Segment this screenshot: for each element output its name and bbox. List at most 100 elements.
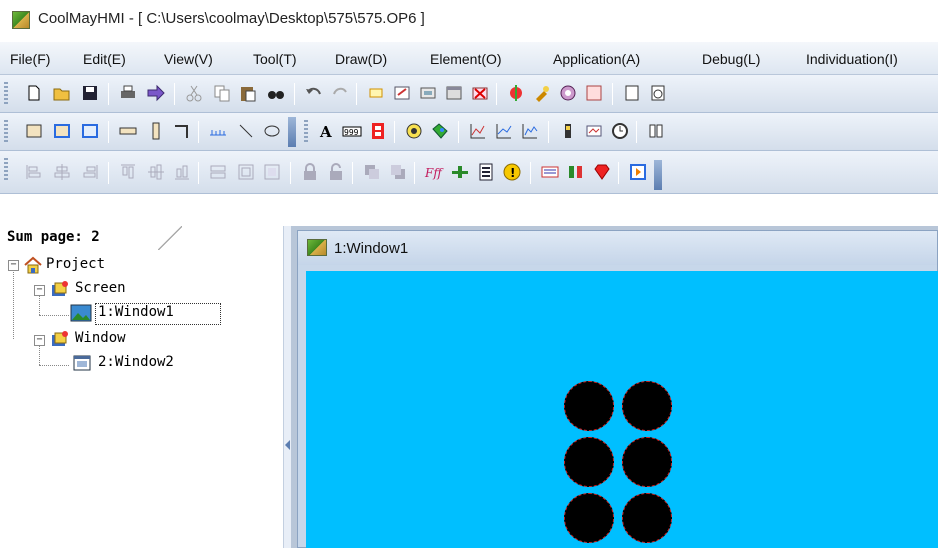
message-icon[interactable] [584, 121, 604, 141]
download-icon[interactable] [146, 83, 166, 103]
save-icon[interactable] [80, 83, 100, 103]
menu-tool[interactable]: Tool(T) [253, 51, 297, 67]
text-icon[interactable]: A [316, 121, 336, 141]
align-center-icon[interactable] [52, 162, 72, 182]
same-width-icon[interactable] [208, 162, 228, 182]
menu-element[interactable]: Element(O) [430, 51, 502, 67]
properties-icon[interactable] [392, 83, 412, 103]
toolbar-grip[interactable] [4, 158, 8, 182]
menu-file[interactable]: File(F) [10, 51, 50, 67]
same-height-icon[interactable] [236, 162, 256, 182]
menu-draw[interactable]: Draw(D) [335, 51, 387, 67]
delete-icon[interactable] [470, 83, 490, 103]
lamp-element[interactable] [564, 493, 614, 543]
same-size-icon[interactable] [262, 162, 282, 182]
bitmap-icon[interactable] [430, 121, 450, 141]
compile-icon[interactable] [506, 83, 526, 103]
align-right-icon[interactable] [80, 162, 100, 182]
collapse-icon[interactable]: − [34, 285, 45, 296]
design-canvas[interactable] [306, 271, 938, 548]
app-icon [12, 11, 30, 29]
child-window-title: 1:Window1 [334, 240, 409, 257]
menu-view[interactable]: View(V) [164, 51, 213, 67]
toolbar-separator [108, 121, 109, 143]
toolbar-overflow[interactable] [654, 160, 662, 190]
scale-icon[interactable] [208, 121, 228, 141]
panel-splitter[interactable] [283, 226, 291, 548]
signal-icon[interactable] [566, 162, 586, 182]
print-icon[interactable] [118, 83, 138, 103]
undo-icon[interactable] [304, 83, 324, 103]
menu-debug[interactable]: Debug(L) [702, 51, 760, 67]
play-icon[interactable] [628, 162, 648, 182]
corner-line-icon[interactable] [172, 121, 192, 141]
meter-icon[interactable] [558, 121, 578, 141]
lamp-element[interactable] [622, 437, 672, 487]
sum-page-label: Sum page: 2 [7, 229, 100, 245]
tools-icon[interactable] [532, 83, 552, 103]
bar-chart-icon[interactable] [520, 121, 540, 141]
back-icon[interactable] [388, 162, 408, 182]
tree-label: Window [75, 330, 126, 346]
line-icon[interactable] [236, 121, 256, 141]
lamp-element[interactable] [564, 437, 614, 487]
new-icon[interactable] [24, 83, 44, 103]
clock-icon[interactable] [648, 83, 668, 103]
unlock-icon[interactable] [326, 162, 346, 182]
clock-element-icon[interactable] [610, 121, 630, 141]
cut-icon[interactable] [184, 83, 204, 103]
ellipse-icon[interactable] [262, 121, 282, 141]
gem-icon[interactable] [592, 162, 612, 182]
screen-icon[interactable] [418, 83, 438, 103]
toolbar-grip[interactable] [304, 120, 308, 144]
simulate-icon[interactable] [558, 83, 578, 103]
recipe-icon[interactable] [646, 121, 666, 141]
align-left-icon[interactable] [24, 162, 44, 182]
select-icon[interactable] [366, 83, 386, 103]
window-screen-icon [307, 239, 327, 256]
project-tab[interactable]: Sum page: 2 [0, 226, 176, 250]
menu-individuation[interactable]: Individuation(I) [806, 51, 898, 67]
menu-edit[interactable]: Edit(E) [83, 51, 126, 67]
open-icon[interactable] [52, 83, 72, 103]
align-top-icon[interactable] [118, 162, 138, 182]
lock-icon[interactable] [300, 162, 320, 182]
lamp-element[interactable] [564, 381, 614, 431]
keyboard-icon[interactable] [540, 162, 560, 182]
rectangle-icon[interactable] [24, 121, 44, 141]
collapse-icon[interactable]: − [8, 260, 19, 271]
toolbar-grip[interactable] [4, 120, 8, 144]
number-icon[interactable]: 999 [342, 121, 362, 141]
lamp-element[interactable] [622, 493, 672, 543]
digit-icon[interactable] [368, 121, 388, 141]
trend-icon[interactable] [468, 121, 488, 141]
copy-icon[interactable] [212, 83, 232, 103]
page-icon[interactable] [622, 83, 642, 103]
list-icon[interactable] [476, 162, 496, 182]
rect-fill-icon[interactable] [80, 121, 100, 141]
menu-bar: File(F) Edit(E) View(V) Tool(T) Draw(D) … [0, 42, 938, 75]
xy-chart-icon[interactable] [494, 121, 514, 141]
collapse-arrow-icon[interactable] [285, 440, 290, 450]
align-bottom-icon[interactable] [172, 162, 192, 182]
toolbar-grip[interactable] [4, 82, 8, 106]
alarm-icon[interactable]: ! [502, 162, 522, 182]
hbar-icon[interactable] [118, 121, 138, 141]
vbar-icon[interactable] [146, 121, 166, 141]
find-icon[interactable] [266, 83, 286, 103]
menu-application[interactable]: Application(A) [553, 51, 640, 67]
bit-switch-icon[interactable] [450, 162, 470, 182]
toolbar-overflow[interactable] [288, 117, 296, 147]
function-icon[interactable] [584, 83, 604, 103]
window-icon[interactable] [444, 83, 464, 103]
child-title-bar[interactable]: 1:Window1 [298, 231, 937, 265]
function-key-icon[interactable]: Fff [424, 162, 444, 182]
rect-blue-icon[interactable] [52, 121, 72, 141]
front-icon[interactable] [362, 162, 382, 182]
lamp-icon[interactable] [404, 121, 424, 141]
align-middle-icon[interactable] [146, 162, 166, 182]
collapse-icon[interactable]: − [34, 335, 45, 346]
redo-icon[interactable] [330, 83, 350, 103]
lamp-element[interactable] [622, 381, 672, 431]
paste-icon[interactable] [238, 83, 258, 103]
